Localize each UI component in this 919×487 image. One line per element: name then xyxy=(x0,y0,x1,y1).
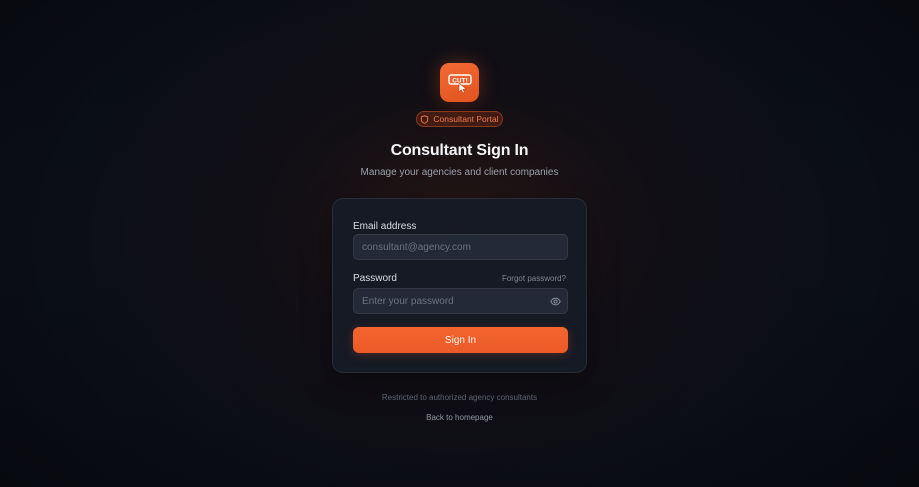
sign-in-card: Email address Password Forgot password? … xyxy=(332,198,587,373)
password-input[interactable] xyxy=(353,288,568,314)
email-input[interactable] xyxy=(353,234,568,260)
password-label: Password xyxy=(353,273,397,284)
logo-text: CUT! xyxy=(452,77,468,84)
eye-icon[interactable] xyxy=(550,296,561,307)
app-logo: CUT! xyxy=(440,63,479,102)
forgot-password-link[interactable]: Forgot password? xyxy=(502,274,566,283)
sign-in-button[interactable]: Sign In xyxy=(353,327,568,353)
email-label: Email address xyxy=(353,221,417,232)
restricted-note: Restricted to authorized agency consulta… xyxy=(381,393,538,402)
cut-cursor-logo-icon: CUT! xyxy=(447,73,472,93)
login-page: CUT! Consultant Portal Consultant Sign I… xyxy=(0,0,919,487)
shield-icon xyxy=(421,114,429,124)
portal-badge: Consultant Portal xyxy=(416,111,503,127)
page-title: Consultant Sign In xyxy=(390,142,529,159)
back-to-homepage-link[interactable]: Back to homepage xyxy=(426,413,493,422)
back-link-row: Back to homepage xyxy=(0,413,919,422)
page-subtitle: Manage your agencies and client companie… xyxy=(360,167,559,178)
portal-badge-label: Consultant Portal xyxy=(433,113,499,124)
